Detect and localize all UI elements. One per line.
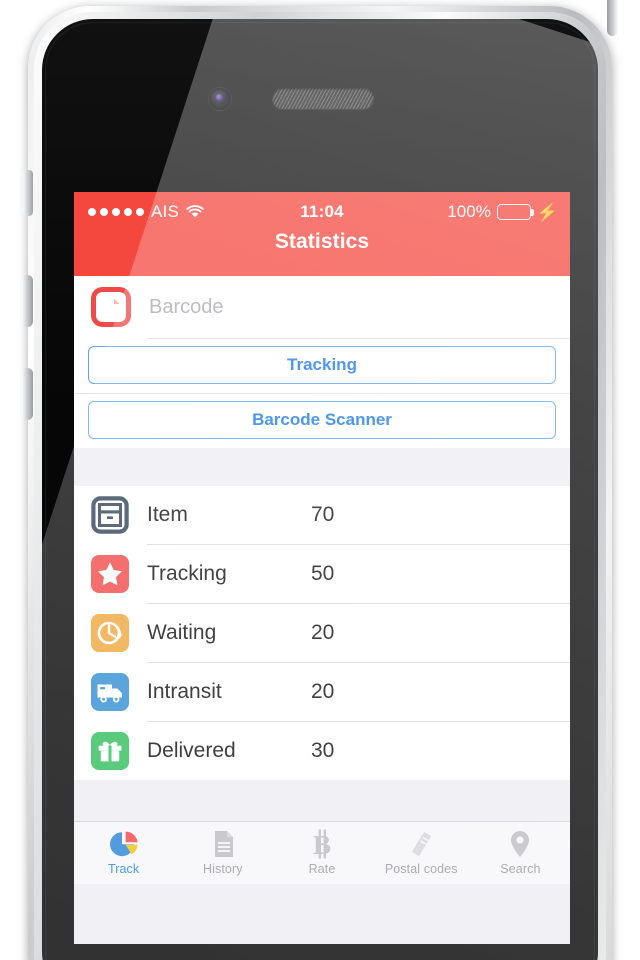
stat-value: 70 [311,503,335,526]
stat-value: 20 [311,680,335,703]
stat-label: Waiting [147,621,217,644]
volume-up-button[interactable] [22,275,33,327]
stat-value: 50 [311,562,335,585]
truck-icon [91,673,129,711]
front-camera-icon [209,88,231,110]
tab-history[interactable]: History [173,822,272,876]
tracking-button-wrap: Tracking [74,339,570,384]
document-icon [206,828,240,860]
box-icon [91,496,129,534]
document-icon [91,287,131,327]
tab-label: Search [500,862,541,876]
stat-label: Tracking [147,562,227,585]
barcode-scanner-button[interactable]: Barcode Scanner [88,401,556,439]
lightning-bolt-icon: ⚡ [536,202,558,222]
status-bar: AIS 11:04 100% ⚡ [74,192,570,232]
tab-rate[interactable]: B Rate [272,822,371,876]
battery-full-icon [496,204,534,220]
gift-icon [91,732,129,770]
status-bar-right: 100% ⚡ [447,192,558,232]
battery-percentage: 100% [447,202,491,221]
stat-label: Delivered [147,739,236,762]
stat-label: Item [147,503,188,526]
button-spacer-b [74,439,570,448]
silent-switch[interactable] [23,170,33,216]
earpiece-speaker-icon [272,88,374,109]
statistics-list: Item 70 Tracking 50 Waiting 20 Intransit… [74,486,570,780]
barcode-scanner-button-wrap: Barcode Scanner [74,394,570,439]
content-area: Tracking Barcode Scanner [74,276,570,884]
tracking-button[interactable]: Tracking [88,346,556,384]
stat-label: Intransit [147,680,222,703]
book-icon [404,828,438,860]
tab-search[interactable]: Search [471,822,570,876]
stat-value: 30 [311,739,335,762]
power-button[interactable] [607,0,618,36]
stat-value: 20 [311,621,335,644]
button-spacer-a [74,384,570,393]
phone-screen: AIS 11:04 100% ⚡ Statistics Barcode Trac… [74,192,570,944]
bitcoin-icon: B [305,828,339,860]
tab-label: Rate [308,862,336,876]
section-gap [74,448,570,486]
page-title: Statistics [274,230,370,253]
svg-text:B: B [313,830,331,860]
barcode-field-row[interactable] [74,276,570,338]
volume-down-button[interactable] [22,368,33,420]
map-pin-icon [503,828,537,860]
table-row[interactable]: Item 70 [74,486,570,544]
barcode-input[interactable] [147,285,556,329]
table-row[interactable]: Waiting 20 [74,604,570,662]
table-row[interactable]: Intransit 20 [74,663,570,721]
tab-track[interactable]: Track [74,822,173,876]
tab-label: History [203,862,243,876]
table-row[interactable]: Tracking 50 [74,545,570,603]
barcode-group: Tracking Barcode Scanner [74,276,570,448]
tab-label: Postal codes [384,862,458,876]
screenshot-stage: AIS 11:04 100% ⚡ Statistics Barcode Trac… [0,0,640,960]
clock-icon [91,614,129,652]
status-bar-clock: 11:04 [300,202,344,221]
pie-chart-icon [107,828,141,860]
tab-bar: Track History B Rate Postal codes Search [74,821,570,884]
tab-postal-codes[interactable]: Postal codes [372,822,471,876]
table-row[interactable]: Delivered 30 [74,722,570,780]
navigation-bar: Statistics [74,230,570,276]
star-icon [91,555,129,593]
tab-label: Track [107,862,140,876]
